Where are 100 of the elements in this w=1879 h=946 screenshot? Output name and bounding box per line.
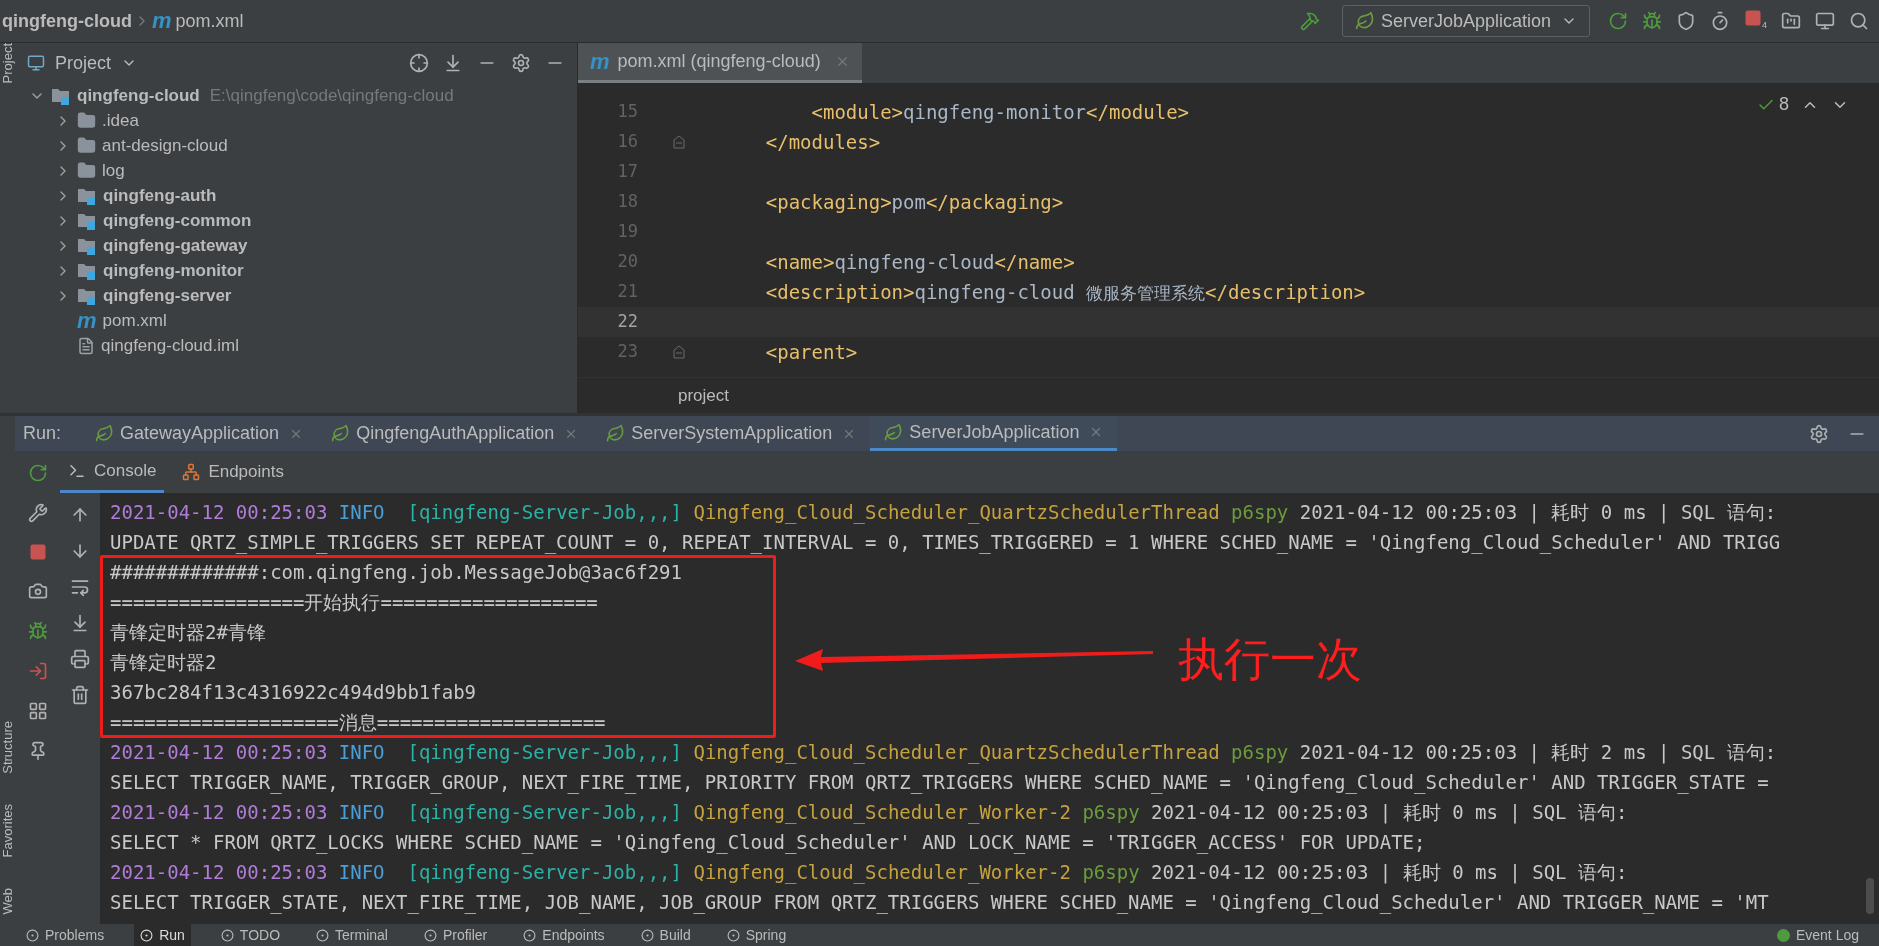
panel-icon bbox=[27, 54, 45, 72]
folder-icon bbox=[77, 161, 96, 180]
inspection-count: 8 bbox=[1779, 93, 1789, 116]
console-tab-label: Console bbox=[94, 459, 157, 482]
project-structure-icon[interactable] bbox=[1781, 11, 1801, 31]
fold-marker-icon[interactable] bbox=[673, 135, 685, 149]
code-line: <parent> bbox=[764, 339, 858, 365]
tree-item-label[interactable]: qingfeng-server bbox=[103, 282, 232, 309]
code-line: <packaging>pom</packaging> bbox=[764, 189, 1064, 215]
stop-icon[interactable] bbox=[28, 543, 47, 561]
code-line: </modules> bbox=[764, 129, 881, 155]
locate-icon[interactable] bbox=[409, 53, 429, 73]
tree-item-label[interactable]: qingfeng-auth bbox=[103, 182, 217, 209]
tool-icon bbox=[640, 928, 654, 942]
console-line: 2021-04-12 00:25:03 INFO [qingfeng-Server-Job,,,] Qingfeng_Cloud_Scheduler_QuartzSchedulerThread p6spy 2021-04-12 00:25:03 | 耗时 0 ms | SQL 语句: bbox=[110, 500, 1777, 526]
tool-window-tab[interactable]: Web bbox=[0, 887, 15, 914]
module-folder-icon bbox=[51, 86, 71, 105]
layout-icon[interactable] bbox=[27, 701, 48, 721]
console-line: ====================消息==================== bbox=[110, 710, 606, 735]
rerun-icon[interactable] bbox=[1608, 11, 1628, 31]
run-tab-label: GatewayApplication bbox=[120, 422, 280, 445]
module-folder-icon bbox=[77, 211, 97, 230]
line-number: 18 bbox=[616, 190, 638, 214]
scroll-to-end-icon[interactable] bbox=[70, 613, 90, 633]
fold-marker-icon[interactable] bbox=[673, 345, 685, 359]
tool-window-tab[interactable]: Project bbox=[0, 43, 15, 84]
camera-icon[interactable] bbox=[27, 581, 48, 601]
rerun-icon[interactable] bbox=[27, 463, 48, 483]
tree-item-label[interactable]: pom.xml bbox=[102, 307, 167, 334]
build-hammer-icon[interactable] bbox=[1299, 11, 1320, 31]
trash-icon[interactable] bbox=[70, 685, 90, 705]
tree-item-label[interactable]: ant-design-cloud bbox=[102, 132, 228, 159]
tree-item-label[interactable]: qingfeng-cloud bbox=[77, 83, 200, 109]
tool-window-button[interactable]: Build bbox=[634, 924, 697, 946]
console-tab[interactable]: Endpoints bbox=[174, 451, 292, 493]
run-tab[interactable]: ServerSystemApplication bbox=[592, 416, 871, 451]
tool-window-tab[interactable]: Structure bbox=[0, 721, 15, 775]
settings-icon[interactable] bbox=[511, 53, 531, 73]
editor-breadcrumb[interactable]: project bbox=[678, 382, 730, 409]
tool-window-button[interactable]: Problems bbox=[20, 924, 111, 946]
tree-item-label[interactable]: qingfeng-gateway bbox=[103, 232, 248, 259]
spring-leaf-icon bbox=[606, 424, 626, 443]
tool-window-button[interactable]: Terminal bbox=[310, 924, 394, 946]
console-line: 2021-04-12 00:25:03 INFO [qingfeng-Server-Job,,,] Qingfeng_Cloud_Scheduler_Worker-2 p6spy 2021-04-12 00:25:03 | 耗时 0 ms | SQL 语句: bbox=[110, 860, 1628, 886]
line-number: 20 bbox=[616, 250, 638, 274]
tool-window-tab[interactable]: Favorites bbox=[0, 804, 15, 858]
search-icon[interactable] bbox=[1849, 11, 1869, 31]
window-icon[interactable] bbox=[1815, 11, 1835, 31]
soft-wrap-icon[interactable] bbox=[70, 577, 90, 597]
console-line: SELECT TRIGGER_NAME, TRIGGER_GROUP, NEXT_FIRE_TIME, PRIORITY FROM QRTZ_TRIGGERS WHERE SCHED_NAME = 'Qingfeng_Cloud_Scheduler' AND TRIGGER_STATE = bbox=[110, 770, 1769, 796]
tool-window-button[interactable]: Run bbox=[134, 924, 191, 946]
module-folder-icon bbox=[77, 236, 97, 255]
tool-window-button[interactable]: Spring bbox=[720, 924, 793, 946]
tool-icon bbox=[140, 928, 154, 942]
maven-icon: m bbox=[590, 50, 610, 73]
console-line: 2021-04-12 00:25:03 INFO [qingfeng-Server-Job,,,] Qingfeng_Cloud_Scheduler_Worker-2 p6spy 2021-04-12 00:25:03 | 耗时 0 ms | SQL 语句: bbox=[110, 800, 1628, 826]
line-number: 21 bbox=[616, 280, 638, 304]
print-icon[interactable] bbox=[70, 649, 90, 669]
tool-window-button[interactable]: Endpoints bbox=[517, 924, 611, 946]
tool-icon bbox=[423, 928, 437, 942]
tree-item-label[interactable]: qingfeng-monitor bbox=[103, 257, 244, 284]
breadcrumb-item[interactable]: pom.xml bbox=[175, 7, 244, 35]
tool-window-button[interactable]: TODO bbox=[214, 924, 287, 946]
run-tab-label: ServerSystemApplication bbox=[631, 422, 833, 445]
breadcrumb-item[interactable]: qingfeng-cloud bbox=[2, 7, 132, 35]
run-tab[interactable]: ServerJobApplication bbox=[870, 416, 1118, 451]
debug-icon[interactable] bbox=[27, 621, 48, 641]
run-tab[interactable]: GatewayApplication bbox=[81, 416, 318, 451]
line-number: 17 bbox=[616, 160, 638, 184]
tree-item-label[interactable]: qingfeng-common bbox=[103, 207, 252, 234]
run-tab[interactable]: QingfengAuthApplication bbox=[317, 416, 593, 451]
code-line: <module>qingfeng-monitor</module> bbox=[810, 99, 1189, 125]
console-line: SELECT TRIGGER_STATE, NEXT_FIRE_TIME, JOB_NAME, JOB_GROUP FROM QRTZ_TRIGGERS WHERE SCHED_NAME = 'Qingfeng_Cloud_Scheduler' AND TRIGGER_NAME = 'MT bbox=[110, 890, 1769, 916]
wrench-icon[interactable] bbox=[27, 503, 48, 523]
scrollbar-thumb[interactable] bbox=[1866, 878, 1874, 914]
run-label: Run: bbox=[23, 422, 62, 445]
folder-icon bbox=[77, 136, 96, 155]
profiler-icon[interactable] bbox=[1710, 11, 1730, 31]
editor-tab[interactable]: m pom.xml (qingfeng-cloud) bbox=[578, 43, 862, 83]
settings-icon[interactable] bbox=[1809, 423, 1829, 444]
exit-icon[interactable] bbox=[27, 661, 48, 681]
console-line: =================开始执行=================== bbox=[110, 590, 598, 615]
tree-item-label[interactable]: .idea bbox=[102, 107, 139, 134]
maven-icon: m bbox=[152, 10, 172, 32]
coverage-icon[interactable] bbox=[1676, 11, 1696, 31]
endpoints-icon bbox=[182, 463, 201, 481]
run-configuration-dropdown[interactable]: ServerJobApplication bbox=[1341, 5, 1590, 37]
line-number: 22 bbox=[616, 310, 638, 334]
tool-window-button[interactable]: Profiler bbox=[417, 924, 494, 946]
debug-icon[interactable] bbox=[1642, 11, 1662, 31]
stop-icon[interactable] bbox=[1744, 9, 1762, 28]
spring-leaf-icon bbox=[95, 424, 115, 443]
event-log-button[interactable]: Event Log bbox=[1776, 924, 1859, 946]
tree-item-label[interactable]: qingfeng-cloud.iml bbox=[101, 332, 239, 359]
tree-item-label[interactable]: log bbox=[102, 157, 125, 184]
console-line: UPDATE QRTZ_SIMPLE_TRIGGERS SET REPEAT_COUNT = 0, REPEAT_INTERVAL = 0, TIMES_TRIGGERED = 1 WHERE SCHED_NAME = 'Qingfeng_Cloud_Scheduler' AND TRIGG bbox=[110, 530, 1781, 556]
annotation-text: 执行一次 bbox=[1178, 631, 1362, 688]
file-icon bbox=[77, 336, 95, 355]
expand-all-icon[interactable] bbox=[443, 53, 463, 73]
panel-title[interactable]: Project bbox=[55, 49, 112, 77]
